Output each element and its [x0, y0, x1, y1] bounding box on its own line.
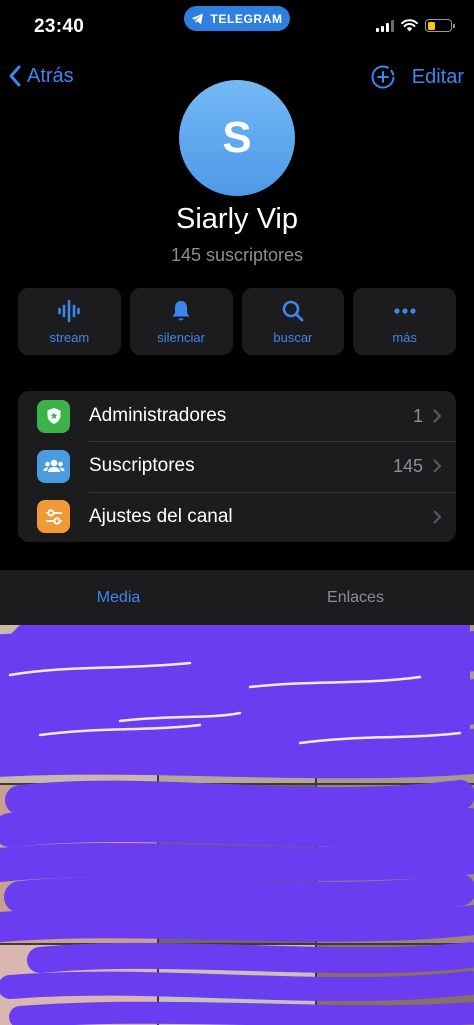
- status-icons: [376, 19, 455, 32]
- bell-icon: [172, 301, 190, 321]
- telegram-pill[interactable]: TELEGRAM: [184, 6, 290, 31]
- edit-button[interactable]: Editar: [412, 66, 464, 89]
- more-icon: [394, 308, 416, 314]
- back-label: Atrás: [27, 64, 74, 87]
- shield-icon: [37, 399, 70, 433]
- status-bar: 23:40 TELEGRAM: [0, 0, 474, 56]
- tab-links[interactable]: Enlaces: [237, 570, 474, 625]
- admins-label: Administradores: [89, 405, 227, 427]
- back-button[interactable]: Atrás: [8, 64, 74, 88]
- signal-icon: [376, 19, 394, 32]
- list-item-channel-settings[interactable]: Ajustes del canal: [18, 491, 456, 542]
- more-button[interactable]: más: [353, 288, 456, 355]
- tab-media[interactable]: Media: [0, 570, 237, 625]
- battery-icon: [425, 19, 455, 32]
- plus-circle-icon[interactable]: [370, 64, 396, 90]
- sliders-icon: [37, 500, 70, 534]
- telegram-pill-label: TELEGRAM: [210, 11, 283, 26]
- channel-settings-label: Ajustes del canal: [89, 505, 233, 527]
- more-label: más: [392, 330, 417, 345]
- nav-right: Editar: [370, 64, 464, 90]
- stream-label: stream: [49, 330, 90, 345]
- mute-label: silenciar: [157, 330, 205, 345]
- subscribers-count: 145: [392, 455, 423, 476]
- stream-button[interactable]: stream: [18, 288, 121, 355]
- subscriber-count: 145 suscriptores: [170, 245, 304, 265]
- list-item-admins[interactable]: Administradores 1: [18, 391, 456, 441]
- people-icon: [37, 449, 70, 483]
- status-time: 23:40: [34, 16, 85, 37]
- wifi-icon: [401, 19, 418, 32]
- redaction-scribble: [0, 625, 474, 1025]
- chevron-right-icon: [433, 459, 441, 473]
- chevron-right-icon: [433, 409, 441, 423]
- telegram-icon: [192, 13, 204, 24]
- search-label: buscar: [273, 330, 313, 345]
- search-button[interactable]: buscar: [241, 288, 345, 355]
- list-item-subscribers[interactable]: Suscriptores 145: [18, 441, 456, 491]
- action-buttons: stream silenciar buscar más: [18, 288, 456, 355]
- search-icon: [282, 300, 304, 322]
- avatar[interactable]: S: [179, 80, 295, 196]
- channel-info-list: Administradores 1 Suscriptores 145 Ajust…: [18, 391, 456, 542]
- subscribers-label: Suscriptores: [89, 455, 195, 477]
- shared-media-tabs: Media Enlaces: [0, 570, 474, 625]
- admins-count: 1: [412, 405, 423, 426]
- chevron-right-icon: [433, 510, 441, 524]
- chevron-left-icon: [9, 65, 21, 87]
- mute-button[interactable]: silenciar: [129, 288, 233, 355]
- channel-name: Siarly Vip: [176, 203, 298, 235]
- stream-icon: [58, 299, 81, 323]
- media-grid: [0, 625, 474, 1025]
